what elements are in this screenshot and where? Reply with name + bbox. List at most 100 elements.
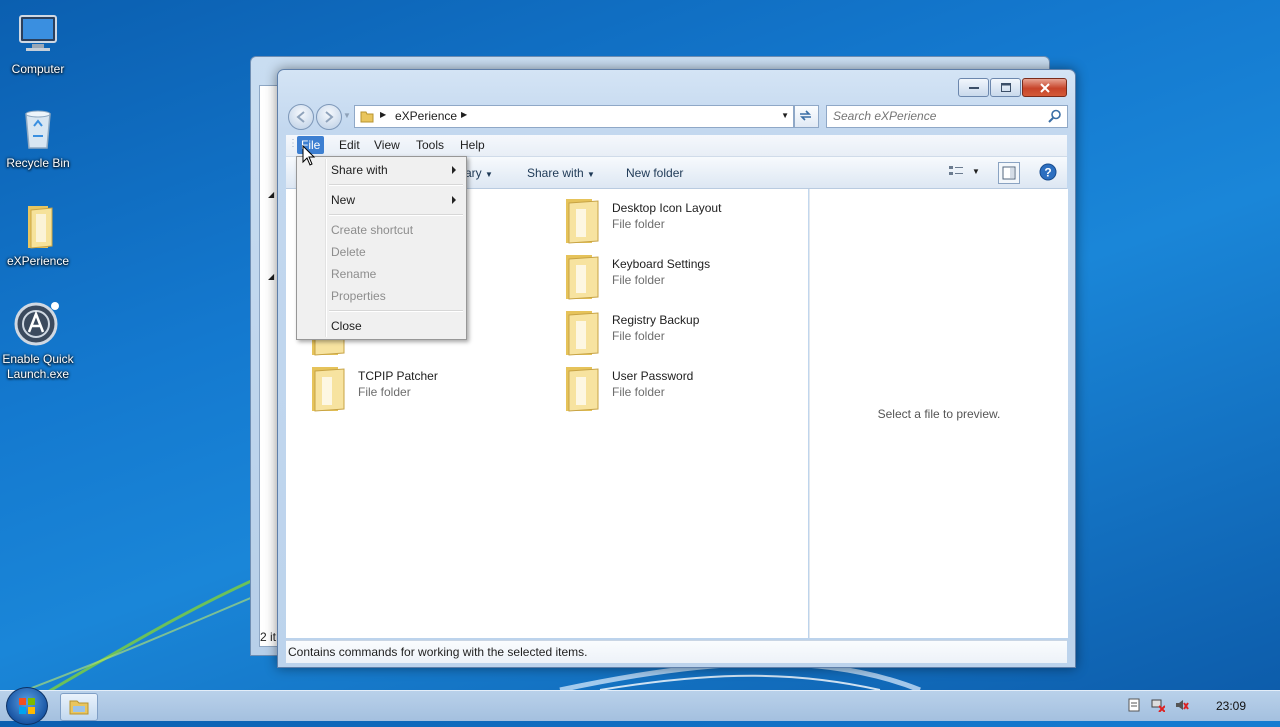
start-button[interactable] xyxy=(6,687,48,725)
desktop-icon-enable-quick-launch[interactable]: Enable Quick Launch.exe xyxy=(0,300,76,382)
search-icon xyxy=(1048,109,1061,123)
search-box[interactable] xyxy=(826,105,1068,128)
app-icon xyxy=(14,300,62,348)
desktop-icon-label: Recycle Bin xyxy=(6,156,70,170)
folder-icon xyxy=(566,311,599,356)
list-item[interactable]: User Password File folder xyxy=(562,365,802,415)
item-name: TCPIP Patcher xyxy=(358,369,438,383)
menu-separator xyxy=(329,310,463,312)
breadcrumb-arrow-icon[interactable]: ▶ xyxy=(461,110,467,119)
item-type: File folder xyxy=(612,385,665,399)
item-name: Keyboard Settings xyxy=(612,257,711,271)
menu-item-properties[interactable]: Properties xyxy=(331,289,386,303)
recent-pages-chevron-icon[interactable]: ▼ xyxy=(343,111,351,120)
menu-item-delete[interactable]: Delete xyxy=(331,245,366,259)
address-dropdown-icon[interactable]: ▼ xyxy=(781,111,789,120)
chevron-down-icon: ▼ xyxy=(587,170,595,179)
caption-buttons xyxy=(957,78,1067,97)
menu-item-close[interactable]: Close xyxy=(331,319,362,333)
menu-edit[interactable]: Edit xyxy=(339,138,360,152)
recycle-bin-icon xyxy=(14,104,62,152)
file-menu-dropdown: Share with New Create shortcut Delete Re… xyxy=(296,156,467,340)
item-name: Registry Backup xyxy=(612,313,700,327)
folder-icon xyxy=(566,255,599,300)
menu-help[interactable]: Help xyxy=(460,138,485,152)
menu-gutter xyxy=(325,159,327,337)
svg-text:?: ? xyxy=(1044,166,1051,180)
desktop-icon-label: Computer xyxy=(11,62,65,76)
share-with-label: Share with xyxy=(527,166,584,180)
maximize-icon xyxy=(1000,83,1011,92)
minimize-button[interactable] xyxy=(958,78,989,97)
desktop-icon-recycle-bin[interactable]: Recycle Bin xyxy=(0,104,76,171)
help-button[interactable]: ? xyxy=(1038,162,1058,185)
address-path[interactable]: eXPerience xyxy=(395,109,457,123)
menu-item-new[interactable]: New xyxy=(331,193,355,207)
refresh-button[interactable] xyxy=(794,105,819,128)
preview-placeholder: Select a file to preview. xyxy=(877,407,1001,421)
maximize-button[interactable] xyxy=(990,78,1021,97)
submenu-arrow-icon xyxy=(452,196,456,204)
folder-icon xyxy=(360,111,374,123)
breadcrumb-arrow-icon[interactable]: ▶ xyxy=(380,110,386,119)
computer-icon xyxy=(14,10,62,58)
preview-pane-button[interactable] xyxy=(998,162,1020,184)
list-item[interactable]: TCPIP Patcher File folder xyxy=(308,365,548,415)
desktop-icon-label: Enable Quick Launch.exe xyxy=(2,352,74,381)
new-folder-button[interactable]: New folder xyxy=(626,166,683,180)
item-type: File folder xyxy=(358,385,411,399)
list-item[interactable]: Desktop Icon Layout File folder xyxy=(562,197,802,247)
taskbar: 23:09 xyxy=(0,687,1280,725)
collapse-arrow-icon: ◢ xyxy=(268,190,275,199)
collapse-arrow-icon: ◢ xyxy=(268,272,275,281)
preview-pane-icon xyxy=(1002,166,1016,180)
folder-icon xyxy=(566,367,599,412)
item-type: File folder xyxy=(612,217,665,231)
preview-pane: Select a file to preview. xyxy=(809,189,1068,638)
close-icon xyxy=(1039,82,1050,93)
menu-item-share-with[interactable]: Share with xyxy=(331,163,388,177)
list-item[interactable]: Registry Backup File folder xyxy=(562,309,802,359)
share-with-button[interactable]: Share with ▼ xyxy=(527,166,595,180)
help-icon: ? xyxy=(1039,163,1057,181)
search-input[interactable] xyxy=(833,109,1038,123)
item-name: Desktop Icon Layout xyxy=(612,201,722,215)
volume-muted-icon[interactable] xyxy=(1175,698,1189,712)
folder-icon xyxy=(14,202,62,250)
item-type: File folder xyxy=(612,329,665,343)
desktop-icon-label: eXPerience xyxy=(6,254,70,268)
change-view-button[interactable] xyxy=(948,163,964,182)
menu-tools[interactable]: Tools xyxy=(416,138,444,152)
forward-button[interactable] xyxy=(316,104,342,130)
status-bar: Contains commands for working with the s… xyxy=(286,640,1067,663)
folder-icon xyxy=(566,199,599,244)
view-details-icon xyxy=(949,166,963,175)
mouse-cursor-icon xyxy=(302,145,316,166)
taskbar-clock[interactable]: 23:09 xyxy=(1216,699,1246,713)
back-window-status: 2 it xyxy=(260,630,277,644)
taskbar-explorer-button[interactable] xyxy=(60,693,98,721)
chevron-down-icon: ▼ xyxy=(485,170,493,179)
close-button[interactable] xyxy=(1022,78,1067,97)
desktop-icon-experience[interactable]: eXPerience xyxy=(0,202,76,269)
menu-item-create-shortcut[interactable]: Create shortcut xyxy=(331,223,413,237)
menu-view[interactable]: View xyxy=(374,138,400,152)
explorer-icon xyxy=(69,700,89,715)
desktop-icon-computer[interactable]: Computer xyxy=(0,10,76,77)
menu-separator xyxy=(329,214,463,216)
back-button[interactable] xyxy=(288,104,314,130)
action-center-icon[interactable] xyxy=(1127,698,1141,712)
network-icon[interactable] xyxy=(1151,698,1165,712)
include-in-library-label: ary xyxy=(465,166,482,180)
include-in-library-button[interactable]: ary ▼ xyxy=(465,166,493,180)
submenu-arrow-icon xyxy=(452,166,456,174)
list-item[interactable]: Keyboard Settings File folder xyxy=(562,253,802,303)
menu-separator xyxy=(329,184,463,186)
menu-bar: ⋮ File Edit View Tools Help xyxy=(286,135,1067,157)
view-options-chevron-icon[interactable]: ▼ xyxy=(972,167,980,176)
address-bar[interactable]: ▶ eXPerience ▶ ▼ xyxy=(354,105,794,128)
menu-item-rename[interactable]: Rename xyxy=(331,267,376,281)
item-name: User Password xyxy=(612,369,694,383)
forward-arrow-icon xyxy=(325,111,334,123)
back-arrow-icon xyxy=(296,111,305,123)
